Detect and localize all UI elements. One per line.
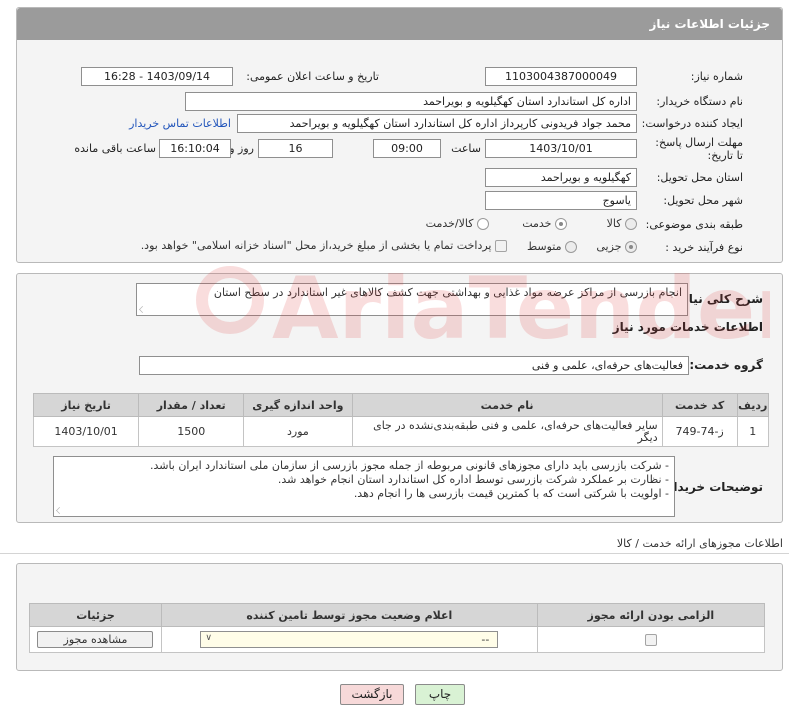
- deadline-time-label: ساعت: [451, 142, 481, 155]
- services-table: ردیف کد خدمت نام خدمت واحد اندازه گیری ت…: [32, 393, 770, 447]
- announce-date-label: تاریخ و ساعت اعلان عمومی:: [246, 70, 379, 83]
- col-row: ردیف: [736, 393, 770, 417]
- permit-status-value: --: [481, 633, 490, 646]
- col-unit: واحد اندازه گیری: [243, 393, 353, 417]
- category-service-radio[interactable]: [555, 218, 567, 230]
- panel-title: جزئیات اطلاعات نیاز: [17, 8, 782, 40]
- category-option-goods[interactable]: کالا: [607, 217, 637, 230]
- cell-row: 1: [736, 416, 770, 447]
- province-field: کهگیلویه و بویراحمد: [485, 168, 637, 187]
- cell-unit: مورد: [243, 416, 353, 447]
- service-group-label: گروه خدمت:: [689, 358, 763, 372]
- summary-label: شرح کلی نیاز:: [677, 292, 763, 306]
- remaining-label: ساعت باقی مانده: [74, 142, 156, 155]
- col-qty: تعداد / مقدار: [138, 393, 245, 417]
- cell-permit-status: ∨ --: [160, 626, 538, 653]
- col-date: تاریخ نیاز: [32, 393, 140, 417]
- province-label: استان محل تحویل:: [656, 171, 743, 184]
- days-label: روز و: [229, 142, 254, 155]
- services-title: اطلاعات خدمات مورد نیاز: [612, 320, 763, 334]
- cell-name: سایر فعالیت‌های حرفه‌ای، علمی و فنی طبقه…: [351, 416, 663, 447]
- process-label: نوع فرآیند خرید :: [665, 241, 743, 254]
- cell-permit-details: مشاهده مجوز: [29, 626, 162, 653]
- creator-field: محمد جواد فریدونی کارپرداز اداره کل استا…: [237, 114, 637, 133]
- announce-date-field: 1403/09/14 - 16:28: [81, 67, 233, 86]
- remaining-time-field: 16:10:04: [159, 139, 231, 158]
- process-option-medium[interactable]: متوسط: [527, 240, 577, 253]
- city-field: یاسوج: [485, 191, 637, 210]
- summary-textarea[interactable]: انجام بازرسی از مراکز عرضه مواد غذایی و …: [136, 283, 688, 316]
- category-label: طبقه بندی موضوعی:: [645, 218, 743, 231]
- note-line: - نظارت بر عملکرد شرکت بازرسی توسط اداره…: [277, 473, 669, 486]
- need-number-field: 1103004387000049: [485, 67, 637, 86]
- treasury-note: پرداخت تمام یا بخشی از مبلغ خرید،از محل …: [140, 239, 492, 252]
- cell-date: 1403/10/01: [32, 416, 140, 447]
- resize-handle[interactable]: [139, 306, 146, 313]
- process-minor-radio[interactable]: [625, 241, 637, 253]
- treasury-payment-option[interactable]: پرداخت تمام یا بخشی از مبلغ خرید،از محل …: [141, 239, 507, 252]
- resize-handle[interactable]: [56, 507, 63, 514]
- table-row: 1 ز-74-749 سایر فعالیت‌های حرفه‌ای، علمی…: [32, 416, 770, 447]
- creator-label: ایجاد کننده درخواست:: [641, 117, 743, 130]
- col-permit-details: جزئیات: [29, 603, 162, 627]
- service-group-field: فعالیت‌های حرفه‌ای، علمی و فنی: [139, 356, 689, 375]
- deadline-date-field: 1403/10/01: [485, 139, 637, 158]
- permits-title: اطلاعات مجوزهای ارائه خدمت / کالا: [616, 537, 783, 550]
- process-medium-radio[interactable]: [565, 241, 577, 253]
- category-option-service[interactable]: خدمت: [522, 217, 567, 230]
- city-label: شهر محل تحویل:: [663, 194, 743, 207]
- col-permit-required: الزامی بودن ارائه مجوز: [536, 603, 766, 627]
- note-line: - شرکت بازرسی باید دارای مجوزهای قانونی …: [149, 459, 669, 472]
- table-header-row: ردیف کد خدمت نام خدمت واحد اندازه گیری ت…: [32, 393, 770, 417]
- category-goods-radio[interactable]: [625, 218, 637, 230]
- treasury-checkbox[interactable]: [495, 240, 507, 252]
- category-option-both[interactable]: کالا/خدمت: [426, 217, 489, 230]
- table-header-row: الزامی بودن ارائه مجوز اعلام وضعیت مجوز …: [29, 603, 766, 627]
- deadline-time-field: 09:00: [373, 139, 441, 158]
- days-field: 16: [258, 139, 333, 158]
- summary-text: انجام بازرسی از مراکز عرضه مواد غذایی و …: [213, 286, 682, 299]
- process-option-minor[interactable]: جزیی: [596, 240, 637, 253]
- permits-divider: [0, 553, 789, 554]
- notes-label: توضیحات خریدار:: [661, 480, 763, 494]
- need-number-label: شماره نیاز:: [690, 70, 743, 83]
- col-code: کد خدمت: [661, 393, 738, 417]
- col-name: نام خدمت: [351, 393, 663, 417]
- chevron-down-icon: ∨: [205, 633, 212, 643]
- notes-textarea[interactable]: - شرکت بازرسی باید دارای مجوزهای قانونی …: [53, 456, 675, 517]
- note-line: - اولویت با شرکتی است که با کمترین قیمت …: [353, 487, 669, 500]
- permits-table: الزامی بودن ارائه مجوز اعلام وضعیت مجوز …: [29, 603, 766, 653]
- back-button[interactable]: بازگشت: [340, 684, 404, 705]
- buyer-contact-link[interactable]: اطلاعات تماس خریدار: [129, 117, 231, 130]
- buyer-label: نام دستگاه خریدار:: [656, 95, 743, 108]
- print-button[interactable]: چاپ: [415, 684, 465, 705]
- table-row: ∨ -- مشاهده مجوز: [29, 626, 766, 653]
- cell-qty: 1500: [138, 416, 245, 447]
- buyer-field: اداره کل استاندارد استان کهگیلویه و بویر…: [185, 92, 637, 111]
- permit-status-select[interactable]: ∨ --: [200, 631, 499, 648]
- category-both-radio[interactable]: [477, 218, 489, 230]
- col-permit-status: اعلام وضعیت مجوز توسط تامین کننده: [160, 603, 538, 627]
- cell-permit-required: [536, 626, 766, 653]
- cell-code: ز-74-749: [661, 416, 738, 447]
- permit-required-checkbox[interactable]: [644, 634, 657, 646]
- view-permit-button[interactable]: مشاهده مجوز: [37, 631, 154, 648]
- deadline-label: مهلت ارسال پاسخ: تا تاریخ:: [655, 136, 743, 162]
